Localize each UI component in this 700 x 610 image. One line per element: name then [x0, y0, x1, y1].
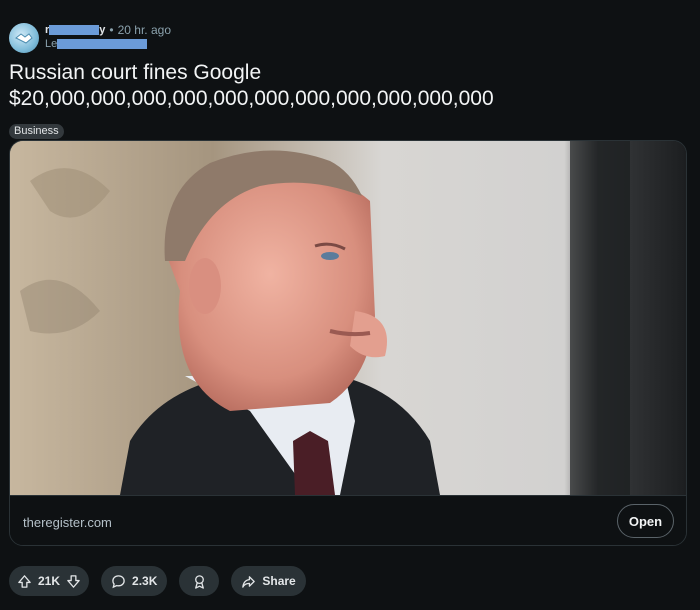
- share-label: Share: [262, 574, 296, 588]
- comments-button[interactable]: 2.3K: [101, 566, 168, 596]
- portrait-image: [10, 141, 686, 495]
- upvote-count: 21K: [38, 574, 61, 588]
- post-time: 20 hr. ago: [117, 23, 171, 37]
- link-bar: theregister.com Open: [10, 495, 686, 545]
- post-header: ry • 20 hr. ago Le: [9, 23, 171, 53]
- comment-count: 2.3K: [132, 574, 158, 588]
- open-button[interactable]: Open: [617, 504, 674, 538]
- subreddit-name[interactable]: ry: [45, 23, 105, 37]
- post-actions: 21K 2.3K Share: [9, 566, 306, 596]
- share-arrow-icon: [242, 575, 256, 588]
- redaction-bar: [57, 39, 148, 49]
- award-button[interactable]: [179, 566, 220, 596]
- link-domain[interactable]: theregister.com: [23, 515, 112, 530]
- post-title[interactable]: Russian court fines Google $20,000,000,0…: [9, 60, 689, 112]
- post-author[interactable]: Le: [45, 37, 171, 51]
- subreddit-avatar[interactable]: [9, 23, 39, 53]
- share-button[interactable]: Share: [231, 566, 306, 596]
- arrow-down-icon[interactable]: [66, 574, 81, 589]
- arrow-up-icon[interactable]: [17, 574, 32, 589]
- separator-dot: •: [109, 23, 114, 37]
- redaction-bar: [49, 25, 100, 36]
- vote-control: 21K: [9, 566, 90, 596]
- link-thumbnail[interactable]: [10, 141, 686, 495]
- handshake-icon: [15, 33, 33, 44]
- post-flair[interactable]: Business: [9, 124, 64, 139]
- award-icon: [194, 574, 204, 589]
- comment-bubble-icon: [112, 574, 125, 588]
- link-card[interactable]: theregister.com Open: [9, 140, 687, 546]
